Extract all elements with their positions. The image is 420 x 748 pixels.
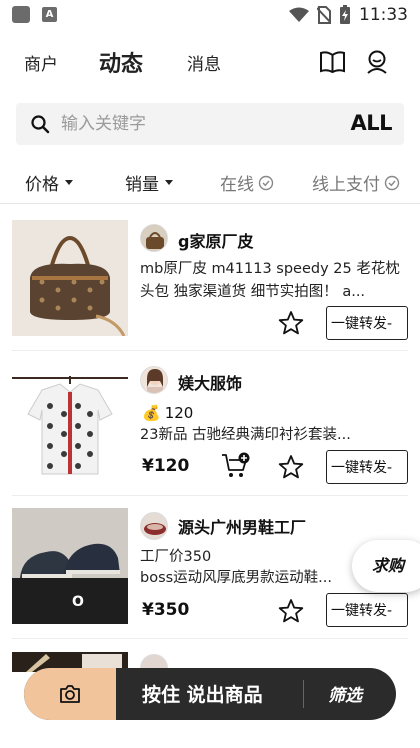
tab-merchants[interactable]: 商户 xyxy=(24,50,58,75)
avatar[interactable] xyxy=(140,224,168,252)
book-icon[interactable] xyxy=(319,50,346,74)
product-image[interactable] xyxy=(12,220,128,336)
seller-name[interactable]: 源头广州男鞋工厂 xyxy=(178,514,306,538)
product-price: ¥120 xyxy=(142,456,190,476)
product-image[interactable]: O xyxy=(12,508,128,624)
avatar[interactable] xyxy=(140,366,168,394)
star-icon[interactable] xyxy=(278,454,304,480)
filter-sales[interactable]: 销量 xyxy=(125,170,173,195)
filter-price-label: 价格 xyxy=(25,175,59,195)
search-all-button[interactable]: ALL xyxy=(350,111,392,135)
seller-name[interactable]: g家原厂皮 xyxy=(178,228,253,252)
one-click-forward-button[interactable]: 一键转发- xyxy=(326,306,408,340)
user-icon[interactable] xyxy=(364,49,390,75)
clock-time: 11:33 xyxy=(359,5,408,25)
filter-sales-label: 销量 xyxy=(125,175,159,195)
check-circle-icon xyxy=(258,175,274,190)
star-icon[interactable] xyxy=(278,310,304,336)
top-nav: 商户 动态 消息 xyxy=(0,40,420,86)
bottom-action-bar: 按住 说出商品 筛选 xyxy=(24,668,396,720)
battery-charging-icon xyxy=(340,5,350,24)
product-price: ¥350 xyxy=(142,600,190,620)
camera-icon xyxy=(60,685,80,703)
no-sim-icon xyxy=(317,6,331,24)
tab-messages[interactable]: 消息 xyxy=(187,50,221,75)
filter-online-payment-label: 线上支付 xyxy=(312,175,380,195)
caret-down-icon xyxy=(65,180,73,185)
search-icon xyxy=(31,115,50,134)
search-bar[interactable]: ALL xyxy=(16,103,404,145)
price-tag-value: 120 xyxy=(164,404,194,422)
seller-name[interactable]: 媄大服饰 xyxy=(178,370,242,394)
wifi-icon xyxy=(289,7,309,22)
filter-price[interactable]: 价格 xyxy=(25,170,73,195)
status-bar: A 11:33 xyxy=(0,0,420,30)
check-circle-icon xyxy=(384,175,400,190)
divider xyxy=(12,638,408,639)
request-purchase-button[interactable]: 求购 xyxy=(352,540,420,592)
a-notification-icon: A xyxy=(42,7,57,22)
price-tag: 💰 120 xyxy=(142,404,193,422)
caret-down-icon xyxy=(165,180,173,185)
product-description: mb原厂皮 m41113 speedy 25 老花枕头包 独家渠道货 细节实拍图… xyxy=(140,261,400,300)
search-input[interactable] xyxy=(61,103,311,145)
tab-feed[interactable]: 动态 xyxy=(99,46,143,78)
filter-online[interactable]: 在线 xyxy=(220,170,274,195)
star-icon[interactable] xyxy=(278,598,304,624)
filter-online-label: 在线 xyxy=(220,175,254,195)
app-notification-icon xyxy=(12,6,30,23)
divider xyxy=(303,680,304,708)
add-to-cart-icon[interactable] xyxy=(221,452,251,480)
one-click-forward-button[interactable]: 一键转发- xyxy=(326,593,408,627)
product-image[interactable] xyxy=(12,366,128,482)
voice-search-button[interactable]: 按住 说出商品 xyxy=(142,680,263,707)
filter-button[interactable]: 筛选 xyxy=(328,681,362,706)
divider xyxy=(12,495,408,496)
svg-text:O: O xyxy=(72,594,84,610)
avatar[interactable] xyxy=(140,512,168,540)
filter-bar: 价格 销量 在线 线上支付 xyxy=(0,160,420,204)
money-bag-icon: 💰 xyxy=(142,404,161,422)
divider xyxy=(12,350,408,351)
camera-button[interactable] xyxy=(24,668,116,720)
one-click-forward-button[interactable]: 一键转发- xyxy=(326,450,408,484)
product-description: 23新品 古驰经典满印衬衫套装... xyxy=(140,427,351,443)
filter-online-payment[interactable]: 线上支付 xyxy=(312,170,400,195)
